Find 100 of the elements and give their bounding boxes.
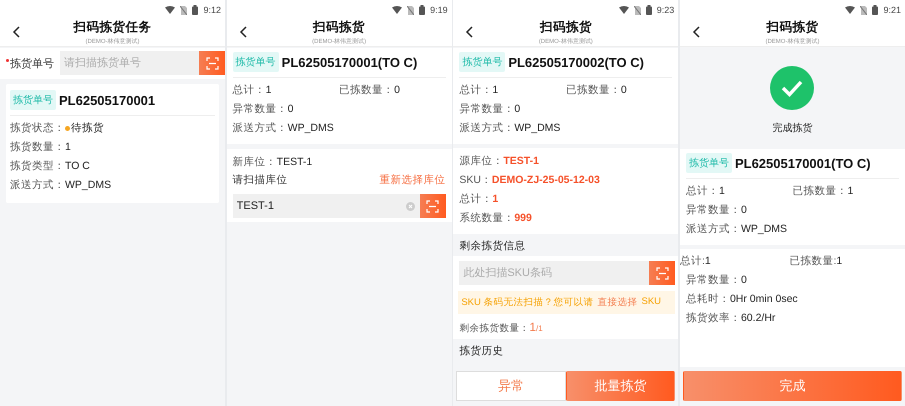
field-label: 异常数量： — [232, 102, 288, 117]
select-sku-link[interactable]: 直接选择 — [598, 296, 638, 309]
page-title: 扫码拣货 — [540, 18, 592, 36]
order-tag: 拣货单号 — [459, 52, 506, 72]
field-label: 总计: — [680, 254, 705, 269]
field-label: 总计： — [232, 83, 266, 98]
field-value: 0 — [288, 102, 294, 117]
status-time: 9:12 — [203, 5, 221, 15]
order-number: PL62505170001(TO C) — [282, 54, 418, 70]
field-value: 1 — [847, 184, 854, 199]
order-tag: 拣货单号 — [686, 153, 732, 173]
field-label: 派送方式： — [459, 121, 514, 136]
order-number: PL62505170001 — [59, 92, 156, 108]
hint-text: SKU — [642, 296, 662, 309]
field-value: 999 — [514, 211, 532, 226]
status-time: 9:23 — [656, 5, 674, 15]
field-value: 1 — [492, 192, 498, 207]
field-label: 已拣数量： — [566, 83, 621, 98]
order-number: PL62505170002(TO C) — [508, 54, 644, 70]
field-value: 待拣货 — [71, 121, 104, 136]
back-icon[interactable] — [692, 26, 700, 38]
remaining-count: 1 — [529, 320, 536, 334]
field-value: 0 — [394, 83, 400, 98]
field-label: 已拣数量： — [792, 184, 848, 199]
back-icon[interactable] — [238, 26, 247, 38]
field-label: 派送方式： — [10, 178, 65, 193]
field-label: 总计： — [459, 83, 492, 98]
field-value: WP_DMS — [740, 222, 788, 237]
status-time: 9:21 — [883, 5, 901, 15]
field-value: 1 — [836, 254, 842, 269]
no-sim-icon — [860, 6, 868, 14]
field-label: 总计： — [686, 184, 719, 199]
field-value: TEST-1 — [503, 154, 539, 169]
field-value: DEMO-ZJ-25-05-12-03 — [492, 173, 600, 188]
field-label: 拣货单号 — [10, 56, 54, 70]
check-icon — [770, 66, 814, 110]
field-label: 系统数量： — [459, 211, 514, 226]
page-title: 扫码拣货 — [313, 18, 366, 36]
primary-button[interactable]: 批量拣货 — [566, 371, 676, 401]
field-label: 拣货数量： — [10, 140, 65, 155]
wifi-icon — [392, 6, 402, 14]
page-title: 扫码拣货 — [766, 18, 818, 36]
remaining-total: /1 — [536, 324, 543, 333]
scan-icon — [206, 56, 218, 70]
wifi-icon — [618, 6, 629, 14]
field-value: 60.2/Hr — [740, 311, 776, 326]
field-label: 拣货效率： — [686, 311, 741, 326]
field-value: 1 — [65, 140, 71, 155]
battery-icon — [192, 5, 198, 15]
field-label: 拣货状态： — [10, 121, 65, 136]
back-icon[interactable] — [465, 26, 474, 38]
battery-icon — [872, 5, 878, 15]
scan-icon — [656, 266, 669, 280]
page-title: 扫码拣货任务 — [74, 18, 152, 36]
field-label: 派送方式： — [686, 222, 741, 237]
field-label: 异常数量： — [686, 203, 741, 218]
secondary-button[interactable]: 异常 — [456, 371, 566, 401]
field-label: 新库位： — [232, 155, 277, 170]
field-value: 0Hr 0min 0sec — [730, 292, 798, 307]
order-tag: 拣货单号 — [232, 52, 279, 72]
scan-prompt: 请扫描库位 — [232, 173, 288, 188]
field-value: 1 — [492, 83, 498, 98]
reselect-link[interactable]: 重新选择库位 — [380, 172, 446, 189]
field-value: 0 — [514, 102, 520, 117]
back-icon[interactable] — [12, 26, 20, 38]
order-number-field[interactable]: 请扫描拣货单号 — [60, 51, 199, 75]
field-label: 已拣数量： — [339, 83, 394, 98]
order-number: PL62505170001(TO C) — [734, 156, 871, 170]
field-label: 总耗时： — [686, 292, 730, 307]
field-label: 派送方式： — [232, 121, 288, 136]
scan-icon — [426, 200, 440, 212]
field-value: WP_DMS — [514, 121, 560, 136]
success-text: 完成拣货 — [772, 122, 812, 135]
no-sim-icon — [407, 6, 414, 14]
field-value: 1 — [718, 184, 725, 199]
field-label: 拣货类型： — [10, 159, 65, 174]
field-value: 1 — [704, 254, 711, 269]
field-value: 0 — [620, 83, 627, 98]
no-sim-icon — [180, 6, 188, 14]
scan-button[interactable] — [199, 51, 225, 75]
wifi-icon — [165, 6, 176, 14]
no-sim-icon — [634, 6, 641, 14]
battery-icon — [646, 5, 652, 15]
primary-button[interactable]: 完成 — [682, 371, 902, 401]
scan-button[interactable] — [649, 261, 676, 285]
scan-button[interactable] — [420, 194, 446, 218]
field-label: 异常数量： — [459, 102, 514, 117]
section-title: 剩余拣货信息 — [459, 240, 526, 252]
field-value: WP_DMS — [65, 178, 112, 193]
field-label: 已拣数量: — [789, 254, 836, 269]
field-value: 0 — [740, 273, 747, 288]
field-label: 异常数量： — [686, 273, 741, 288]
battery-icon — [419, 5, 426, 15]
status-time: 9:19 — [430, 5, 448, 15]
wifi-icon — [845, 6, 856, 14]
field-label: 源库位： — [459, 154, 504, 169]
field-value: TO C — [65, 159, 90, 174]
field-value: WP_DMS — [288, 121, 334, 136]
field-label: SKU： — [459, 173, 492, 188]
order-tag: 拣货单号 — [10, 90, 56, 110]
